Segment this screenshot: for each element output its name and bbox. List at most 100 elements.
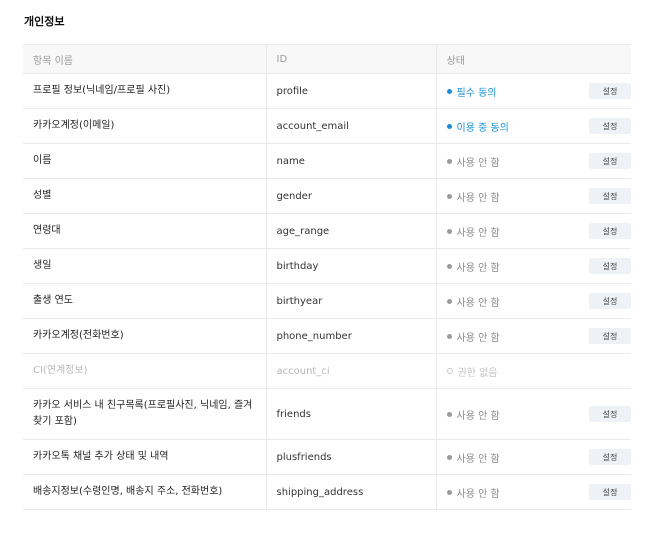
item-status-cell: 사용 안 함 설정 bbox=[435, 439, 631, 475]
settings-button[interactable]: 설정 bbox=[589, 153, 631, 169]
table-header: 항목 이름 ID 상태 bbox=[23, 44, 631, 74]
column-header-status: 상태 bbox=[435, 44, 631, 74]
table-row: CI(연계정보) account_ci 권한 없음 bbox=[23, 353, 631, 389]
status-badge: 사용 안 함 bbox=[446, 154, 500, 169]
column-header-name: 항목 이름 bbox=[23, 44, 266, 74]
item-status-cell: 사용 안 함 설정 bbox=[435, 248, 631, 284]
item-status-cell: 사용 안 함 설정 bbox=[435, 213, 631, 249]
table-row: 이름 name 사용 안 함 설정 bbox=[23, 143, 631, 179]
settings-button[interactable]: 설정 bbox=[589, 328, 631, 344]
item-id-cell: profile bbox=[265, 73, 436, 109]
item-name-cell: 생일 bbox=[23, 248, 266, 284]
item-status-cell: 사용 안 함 설정 bbox=[435, 318, 631, 354]
status-label: 사용 안 함 bbox=[456, 192, 500, 204]
item-status-cell: 사용 안 함 설정 bbox=[435, 178, 631, 214]
table-row: 카카오톡 채널 추가 상태 및 내역 plusfriends 사용 안 함 설정 bbox=[23, 439, 631, 475]
status-dot-icon bbox=[446, 454, 452, 460]
table-body: 프로필 정보(닉네임/프로필 사진) profile 필수 동의 설정 카카오계정(이메… bbox=[23, 73, 631, 510]
status-label: 사용 안 함 bbox=[456, 297, 500, 309]
status-label: 권한 없음 bbox=[457, 367, 498, 379]
consent-items-table: 항목 이름 ID 상태 프로필 정보(닉네임/프로필 사진) profile 필수 … bbox=[23, 44, 631, 510]
status-badge: 사용 안 함 bbox=[446, 450, 500, 465]
item-name-cell: CI(연계정보) bbox=[23, 353, 266, 389]
item-name-cell: 카카오톡 채널 추가 상태 및 내역 bbox=[23, 439, 266, 475]
status-label: 사용 안 함 bbox=[456, 410, 500, 422]
item-name-cell: 이름 bbox=[23, 143, 266, 179]
table-row: 카카오계정(전화번호) phone_number 사용 안 함 설정 bbox=[23, 318, 631, 354]
item-name-cell: 카카오계정(전화번호) bbox=[23, 318, 266, 354]
item-id-cell: birthday bbox=[265, 248, 436, 284]
status-badge: 이용 중 동의 bbox=[446, 119, 509, 134]
settings-button[interactable]: 설정 bbox=[589, 293, 631, 309]
settings-button[interactable]: 설정 bbox=[589, 406, 631, 422]
settings-button[interactable]: 설정 bbox=[589, 258, 631, 274]
item-id-cell: phone_number bbox=[265, 318, 436, 354]
status-label: 사용 안 함 bbox=[456, 157, 500, 169]
table-row: 카카오 서비스 내 친구목록(프로필사진, 닉네임, 즐겨찾기 포함) frien… bbox=[23, 388, 631, 440]
item-name-cell: 프로필 정보(닉네임/프로필 사진) bbox=[23, 73, 266, 109]
table-header-row: 항목 이름 ID 상태 bbox=[23, 44, 631, 74]
item-id-cell: gender bbox=[265, 178, 436, 214]
status-dot-icon bbox=[446, 489, 452, 495]
status-dot-icon bbox=[446, 193, 452, 199]
status-label: 이용 중 동의 bbox=[456, 122, 509, 134]
status-badge: 사용 안 함 bbox=[446, 259, 500, 274]
status-badge: 사용 안 함 bbox=[446, 224, 500, 239]
status-dot-icon bbox=[446, 158, 452, 164]
status-label: 사용 안 함 bbox=[456, 262, 500, 274]
item-status-cell: 사용 안 함 설정 bbox=[435, 474, 631, 510]
table-row: 성별 gender 사용 안 함 설정 bbox=[23, 178, 631, 214]
item-status-cell: 사용 안 함 설정 bbox=[435, 143, 631, 179]
item-id-cell: name bbox=[265, 143, 436, 179]
item-status-cell: 사용 안 함 설정 bbox=[435, 283, 631, 319]
item-id-cell: shipping_address bbox=[265, 474, 436, 510]
status-badge: 필수 동의 bbox=[446, 84, 497, 99]
item-status-cell: 이용 중 동의 설정 bbox=[435, 108, 631, 144]
status-label: 필수 동의 bbox=[456, 87, 497, 99]
status-dot-icon bbox=[446, 368, 453, 374]
status-dot-icon bbox=[446, 411, 452, 417]
status-dot-icon bbox=[446, 263, 452, 269]
item-id-cell: plusfriends bbox=[265, 439, 436, 475]
item-name-cell: 연령대 bbox=[23, 213, 266, 249]
item-name-cell: 출생 연도 bbox=[23, 283, 266, 319]
item-status-cell: 사용 안 함 설정 bbox=[435, 388, 631, 440]
table-row: 배송지정보(수령인명, 배송지 주소, 전화번호) shipping_addres… bbox=[23, 474, 631, 510]
status-label: 사용 안 함 bbox=[456, 488, 500, 500]
table-row: 생일 birthday 사용 안 함 설정 bbox=[23, 248, 631, 284]
status-dot-icon bbox=[446, 88, 452, 94]
status-dot-icon bbox=[446, 333, 452, 339]
status-label: 사용 안 함 bbox=[456, 227, 500, 239]
status-dot-icon bbox=[446, 298, 452, 304]
item-id-cell: account_email bbox=[265, 108, 436, 144]
status-label: 사용 안 함 bbox=[456, 332, 500, 344]
status-badge: 사용 안 함 bbox=[446, 329, 500, 344]
section-title: 개인정보 bbox=[24, 15, 65, 28]
item-status-cell: 권한 없음 bbox=[435, 353, 631, 389]
status-dot-icon bbox=[446, 123, 452, 129]
settings-button[interactable]: 설정 bbox=[589, 449, 631, 465]
item-name-cell: 카카오계정(이메일) bbox=[23, 108, 266, 144]
item-name-cell: 배송지정보(수령인명, 배송지 주소, 전화번호) bbox=[23, 474, 266, 510]
settings-button[interactable]: 설정 bbox=[589, 484, 631, 500]
status-label: 사용 안 함 bbox=[456, 453, 500, 465]
item-id-cell: friends bbox=[265, 388, 436, 440]
settings-button[interactable]: 설정 bbox=[589, 223, 631, 239]
table-row: 프로필 정보(닉네임/프로필 사진) profile 필수 동의 설정 bbox=[23, 73, 631, 109]
settings-button[interactable]: 설정 bbox=[589, 188, 631, 204]
status-badge: 사용 안 함 bbox=[446, 294, 500, 309]
status-badge: 사용 안 함 bbox=[446, 485, 500, 500]
table-row: 출생 연도 birthyear 사용 안 함 설정 bbox=[23, 283, 631, 319]
status-badge: 사용 안 함 bbox=[446, 189, 500, 204]
settings-button[interactable]: 설정 bbox=[589, 83, 631, 99]
status-badge: 사용 안 함 bbox=[446, 407, 500, 422]
column-header-id: ID bbox=[265, 44, 436, 74]
item-name-cell: 성별 bbox=[23, 178, 266, 214]
item-id-cell: account_ci bbox=[265, 353, 436, 389]
table-row: 연령대 age_range 사용 안 함 설정 bbox=[23, 213, 631, 249]
status-badge: 권한 없음 bbox=[446, 364, 498, 379]
settings-button[interactable]: 설정 bbox=[589, 118, 631, 134]
item-id-cell: birthyear bbox=[265, 283, 436, 319]
status-dot-icon bbox=[446, 228, 452, 234]
item-status-cell: 필수 동의 설정 bbox=[435, 73, 631, 109]
